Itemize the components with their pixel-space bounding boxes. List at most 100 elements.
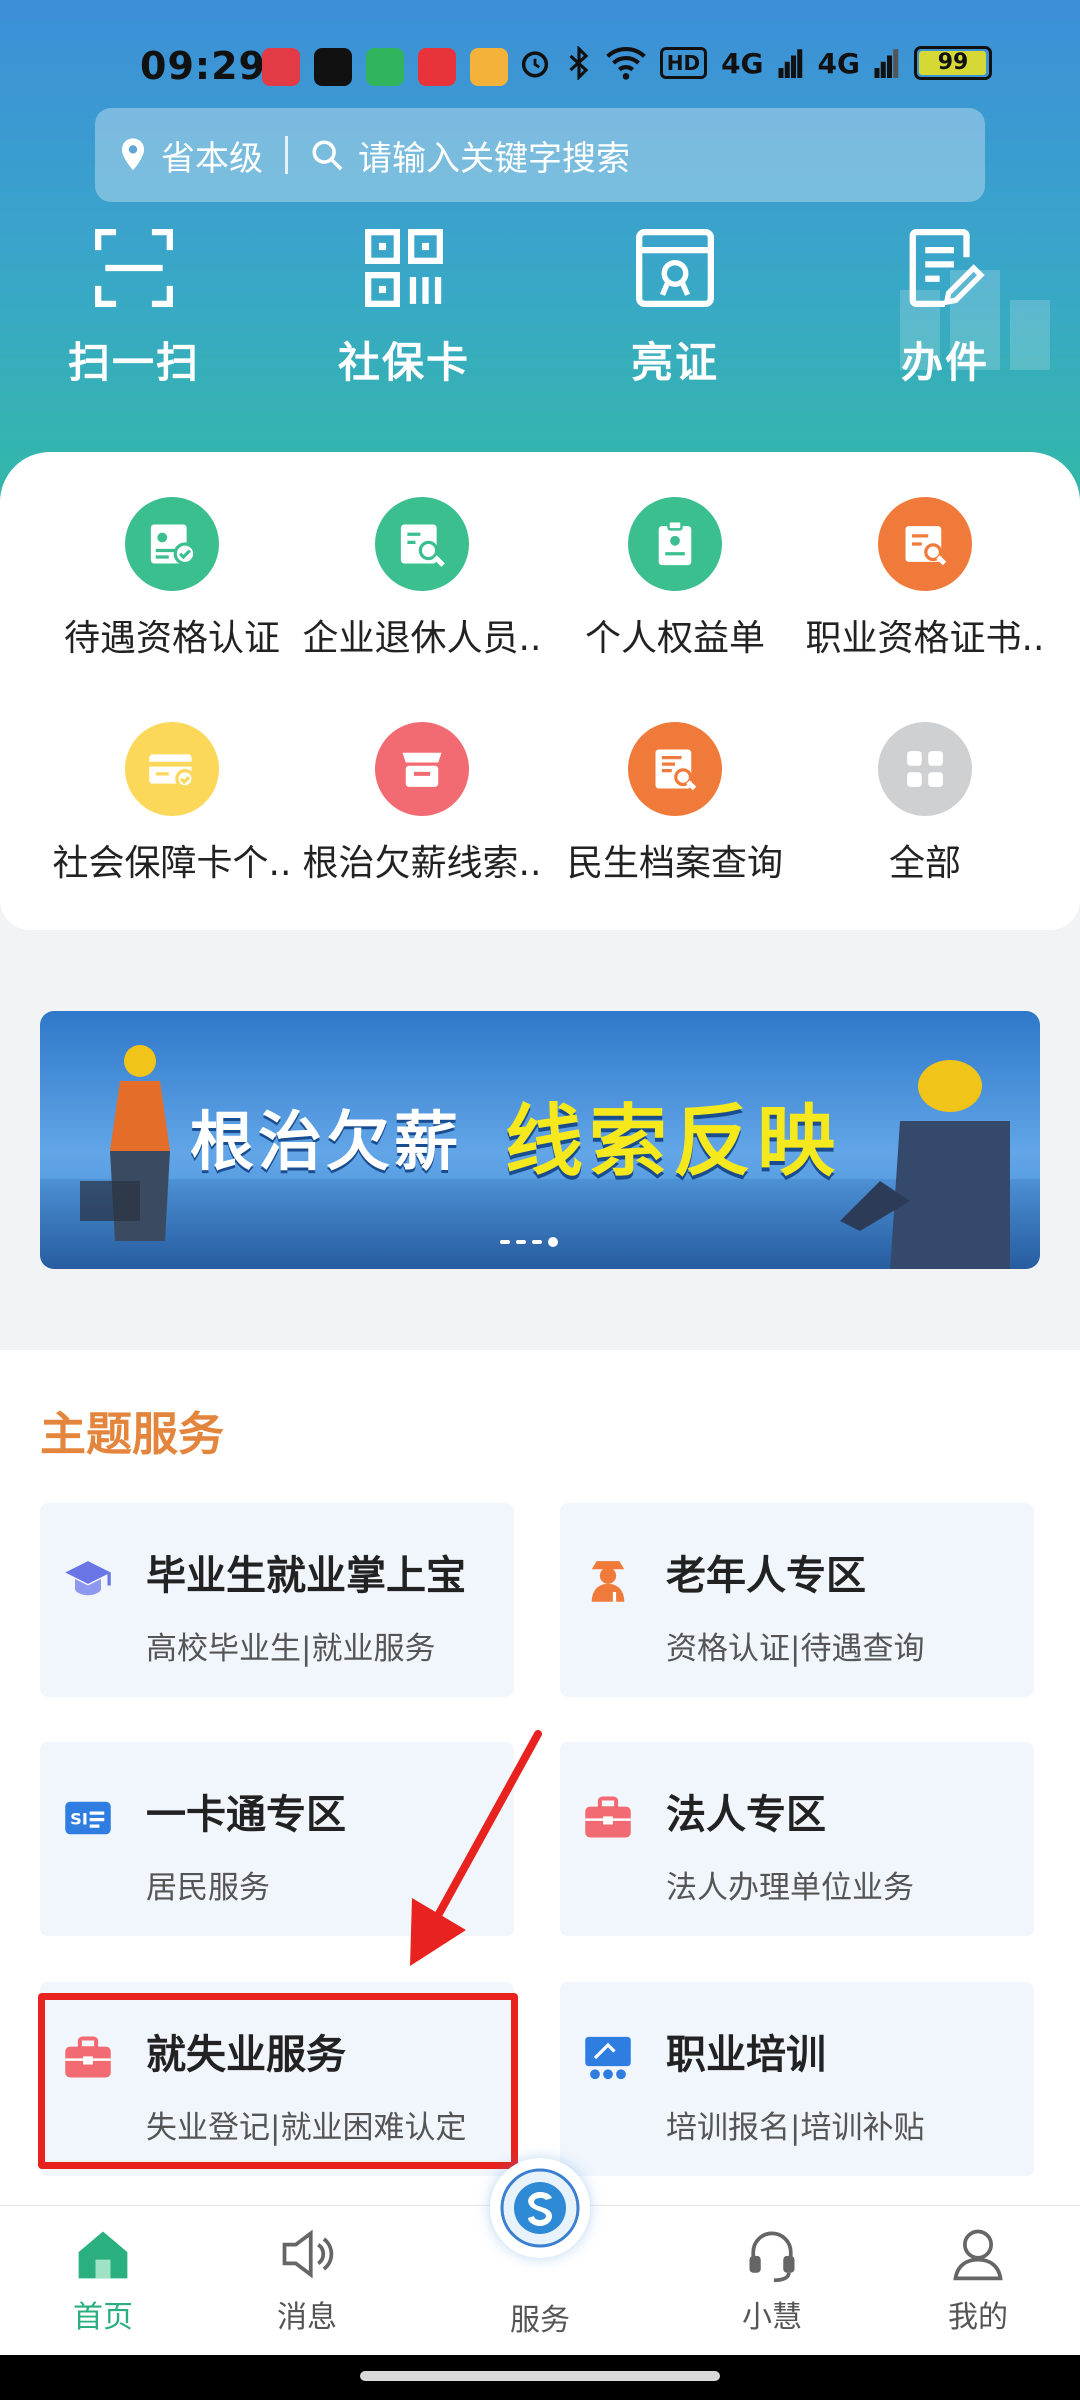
quick-action-scan[interactable]: 扫一扫 [44, 225, 224, 390]
banner-pagination [500, 1237, 558, 1247]
app-notification-icon [314, 48, 352, 86]
service-icon-circle [628, 497, 722, 591]
service-item-all[interactable]: 全部 [795, 722, 1055, 886]
quick-action-social-card[interactable]: 社保卡 [314, 225, 494, 390]
quick-action-label: 亮证 [630, 338, 719, 387]
quick-action-label: 办件 [900, 338, 989, 387]
nav-label: 我的 [948, 2300, 1008, 2335]
service-label: 企业退休人员.. [302, 618, 542, 659]
scan-icon [95, 229, 173, 307]
profile-search-icon [400, 524, 445, 567]
theme-card-graduate-employment[interactable]: 毕业生就业掌上宝 高校毕业生|就业服务 [40, 1503, 514, 1697]
service-icon-circle [628, 722, 722, 816]
nav-home[interactable]: 首页 [28, 2224, 178, 2336]
service-item-archive-query[interactable]: 民生档案查询 [545, 722, 805, 886]
user-icon [953, 2229, 1003, 2281]
service-label: 民生档案查询 [566, 843, 783, 884]
nav-assistant[interactable]: 小慧 [697, 2224, 847, 2336]
service-label: 职业资格证书.. [805, 618, 1045, 659]
service-label: 待遇资格认证 [63, 618, 280, 659]
nav-services[interactable] [490, 2158, 590, 2258]
alarm-icon [521, 51, 548, 78]
si-card-icon: SI [65, 1801, 111, 1835]
nav-label: 首页 [73, 2300, 133, 2335]
app-notification-icon [262, 48, 300, 86]
promo-banner[interactable]: 根治欠薪 线索反映 [40, 1011, 1040, 1269]
battery-level: 99 [937, 50, 969, 75]
certificate-search-icon [905, 526, 947, 566]
service-label: 个人权益单 [584, 618, 765, 659]
signal-bars-icon [874, 49, 899, 78]
search-bar[interactable]: 省本级 请输入关键字搜索 [95, 108, 985, 202]
theme-card-subtitle: 法人办理单位业务 [666, 1870, 914, 1906]
theme-card-title: 老年人专区 [666, 1553, 866, 1599]
theme-card-subtitle: 资格认证|待遇查询 [666, 1631, 925, 1667]
worker-illustration [840, 1060, 1010, 1269]
location-selector[interactable]: 省本级 [161, 131, 263, 180]
nav-profile[interactable]: 我的 [903, 2224, 1053, 2336]
theme-card-title: 法人专区 [666, 1792, 826, 1838]
theme-card-legal-person[interactable]: 法人专区 法人办理单位业务 [560, 1742, 1034, 1936]
service-item-vocational-certificate[interactable]: 职业资格证书.. [795, 497, 1055, 661]
inbox-icon [402, 752, 442, 787]
app-notification-icon [470, 48, 508, 86]
nav-label: 消息 [277, 2300, 337, 2335]
location-pin-icon[interactable] [119, 137, 147, 173]
archive-search-icon [655, 749, 697, 791]
home-gesture-bar[interactable] [360, 2371, 720, 2381]
graduation-cap-icon [65, 1561, 111, 1596]
signal-bars-icon [778, 49, 802, 78]
theme-card-vocational-training[interactable]: 职业培训 培训报名|培训补贴 [560, 1982, 1034, 2176]
service-item-retiree[interactable]: 企业退休人员.. [292, 497, 552, 661]
service-item-wage-arrears[interactable]: 根治欠薪线索.. [292, 722, 552, 886]
banner-highlight: 线索反映 [505, 1097, 842, 1187]
app-notification-icon [418, 48, 456, 86]
system-icons: HD 4G 4G 99 [518, 46, 992, 80]
theme-card-title: 一卡通专区 [146, 1792, 346, 1838]
briefcase-icon [585, 1796, 631, 1838]
speaker-icon [282, 2229, 334, 2279]
id-check-icon [150, 524, 197, 566]
search-divider [285, 136, 288, 174]
service-item-social-security-card[interactable]: 社会保障卡个.. [42, 722, 302, 886]
document-edit-icon [909, 229, 985, 307]
status-time: 09:29 [140, 44, 266, 88]
service-label: 全部 [888, 843, 961, 884]
battery-indicator: 99 [914, 46, 992, 80]
service-icon-circle [878, 497, 972, 591]
theme-card-title: 职业培训 [666, 2032, 826, 2078]
nav-label: 小慧 [742, 2300, 802, 2335]
qr-card-icon [365, 229, 443, 307]
service-grid: 待遇资格认证 企业退休人员.. 个人权益单 职业资格证书.. 社会保障卡个.. … [0, 452, 1080, 930]
svg-text:SI: SI [70, 1810, 88, 1829]
quick-action-affairs[interactable]: 办件 [855, 225, 1035, 390]
service-item-qualification-cert[interactable]: 待遇资格认证 [42, 497, 302, 661]
annotation-highlight-box [38, 1993, 518, 2169]
banner-title: 根治欠薪 [190, 1106, 462, 1180]
grid-icon [907, 751, 943, 787]
wifi-icon [605, 46, 646, 80]
service-item-personal-rights[interactable]: 个人权益单 [545, 497, 805, 661]
card-check-icon [149, 754, 195, 789]
theme-card-subtitle: 居民服务 [146, 1870, 270, 1906]
section-title: 主题服务 [40, 1407, 224, 1461]
signal-label-2: 4G [817, 46, 860, 80]
service-label: 根治欠薪线索.. [302, 843, 542, 884]
search-input[interactable]: 请输入关键字搜索 [358, 131, 630, 180]
notification-icons [262, 48, 508, 86]
banner-dot-active [548, 1237, 558, 1247]
service-icon-circle [375, 497, 469, 591]
service-label: 社会保障卡个.. [52, 843, 292, 884]
headset-icon [749, 2231, 795, 2283]
nav-messages[interactable]: 消息 [232, 2224, 382, 2336]
signal-label-1: 4G [721, 46, 764, 80]
elderly-icon [591, 1561, 625, 1602]
quick-action-label: 扫一扫 [67, 338, 200, 387]
service-icon-circle [375, 722, 469, 816]
quick-action-show-certificate[interactable]: 亮证 [585, 225, 765, 390]
certificate-icon [636, 229, 714, 307]
banner-dot [500, 1240, 510, 1244]
service-icon-circle [125, 497, 219, 591]
hd-badge: HD [659, 47, 708, 79]
theme-card-elderly[interactable]: 老年人专区 资格认证|待遇查询 [560, 1503, 1034, 1697]
